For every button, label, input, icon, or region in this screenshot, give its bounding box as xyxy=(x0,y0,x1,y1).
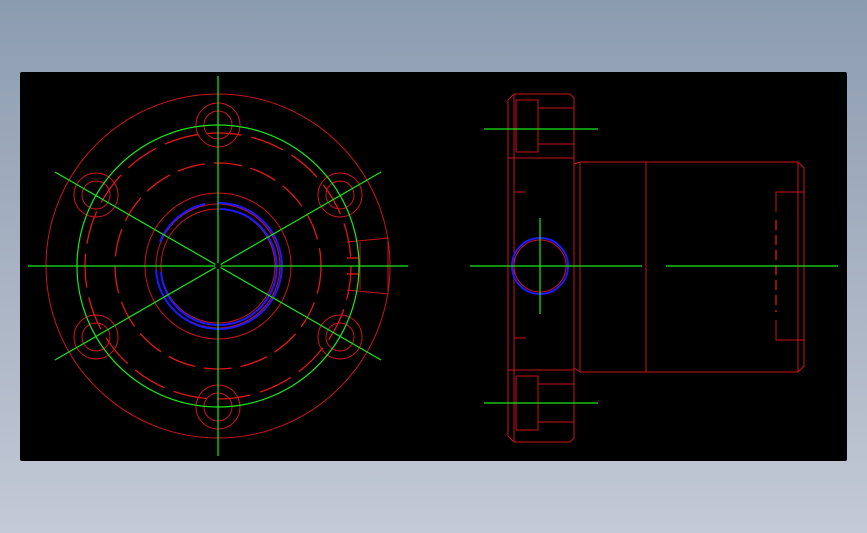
side-bolt-hole-bottom xyxy=(508,369,574,431)
flange-outline xyxy=(507,93,575,443)
side-view xyxy=(470,93,838,443)
front-view xyxy=(28,76,408,456)
cad-viewport[interactable] xyxy=(20,72,847,461)
nut-body xyxy=(573,161,805,373)
cad-drawing xyxy=(28,76,838,456)
center-point xyxy=(215,263,221,269)
